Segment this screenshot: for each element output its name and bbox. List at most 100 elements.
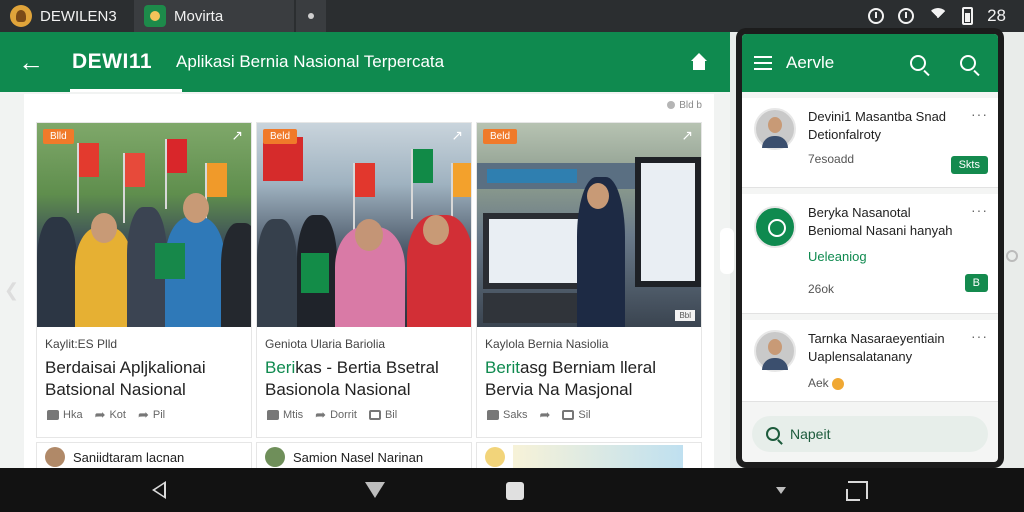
chevron-left-icon[interactable]: ❮ bbox=[4, 280, 19, 301]
more-options-icon[interactable]: ··· bbox=[971, 202, 988, 218]
card-actions: Saks ➦ Sil bbox=[487, 407, 591, 423]
notification-time: Aek bbox=[808, 376, 829, 390]
notification-text: Beryka Nasanotal Beniomal Nasani hanyah … bbox=[808, 204, 972, 298]
share-icon[interactable]: ↗ bbox=[681, 127, 693, 144]
side-ring-icon[interactable] bbox=[1006, 250, 1018, 262]
news-card[interactable]: Beld ↗ Geniota Ularia Bariolia Berikas -… bbox=[256, 122, 472, 438]
notification-line: Beryka Nasanotal bbox=[808, 205, 911, 220]
headline-line: Berdaisai Apljkalionai bbox=[45, 358, 206, 377]
back-arrow-icon[interactable]: ← bbox=[18, 47, 52, 78]
headline-line: Bervia Na Masjonal bbox=[485, 380, 633, 399]
thumbs-up-emoji-icon bbox=[832, 377, 845, 390]
app-tab[interactable]: DEWILEN3 bbox=[0, 0, 134, 32]
forward-icon: ➦ bbox=[137, 407, 149, 422]
card-headline: Beritasg Berniam lleral Bervia Na Masjon… bbox=[485, 357, 693, 401]
share-arrow-icon: ➦ bbox=[539, 407, 551, 422]
author-avatar bbox=[265, 447, 285, 467]
brand-title: DEWI11 bbox=[72, 50, 153, 73]
thumbs-up-icon bbox=[267, 410, 279, 420]
card-badge: Beld bbox=[483, 129, 518, 144]
sync-icon bbox=[898, 8, 915, 24]
panel-drag-handle[interactable] bbox=[720, 228, 734, 274]
like-button[interactable]: Hka bbox=[47, 409, 83, 421]
card-badge: Blld bbox=[43, 129, 74, 144]
more-options-icon[interactable]: ··· bbox=[971, 106, 988, 122]
list-item-thumbnail bbox=[513, 445, 683, 469]
nav-favorite-icon[interactable] bbox=[364, 482, 386, 500]
search-icon[interactable] bbox=[960, 55, 976, 71]
card-body: Kaylola Bernia Nasiolia Beritasg Berniam… bbox=[477, 327, 701, 401]
panel-title: Aervle bbox=[786, 53, 835, 72]
news-card[interactable]: Blld ↗ Kaylit:ES Plld Berdaisai Apljkali… bbox=[36, 122, 252, 438]
share-label: Kot bbox=[109, 409, 126, 421]
home-icon[interactable] bbox=[690, 53, 708, 71]
avatar bbox=[754, 108, 796, 150]
card-body: Kaylit:ES Plld Berdaisai Apljkalionai Ba… bbox=[37, 327, 251, 401]
card-kicker: Geniota Ularia Bariolia bbox=[265, 337, 386, 351]
like-button[interactable]: Saks bbox=[487, 409, 527, 421]
app-logo-icon bbox=[10, 5, 32, 27]
status-icons: 28 bbox=[868, 6, 1024, 26]
comment-label: Bil bbox=[384, 409, 398, 421]
share-button[interactable]: ➦ bbox=[539, 407, 550, 423]
wifi-icon bbox=[928, 8, 949, 24]
panel-toolbar-actions bbox=[910, 55, 976, 71]
comment-button[interactable]: Sil bbox=[562, 409, 591, 421]
share-button[interactable]: ➦ Dorrit bbox=[315, 407, 357, 423]
card-actions: Mtis ➦ Dorrit Bil bbox=[267, 407, 397, 423]
like-label: Mtis bbox=[283, 409, 304, 421]
notification-item[interactable]: Tarnka Nasaraeyentiain Uaplensalatanany … bbox=[742, 320, 998, 402]
panel-search-bar[interactable]: Napeit bbox=[752, 416, 988, 452]
notification-line: Tarnka Nasaraeyentiain bbox=[808, 331, 945, 346]
headline-line: Basionola Nasional bbox=[265, 380, 411, 399]
news-card[interactable]: Beld ↗ Bbl Kaylola Bernia Nasiolia Berit… bbox=[476, 122, 702, 438]
notification-line: Devini1 Masantba Snad bbox=[808, 109, 947, 124]
nav-collapse-icon[interactable] bbox=[776, 487, 786, 494]
card-grid-wrapper: Blld ↗ Kaylit:ES Plld Berdaisai Apljkali… bbox=[24, 94, 714, 472]
notification-line: Beniomal Nasani hanyah bbox=[808, 223, 953, 238]
nav-back-icon[interactable] bbox=[152, 481, 166, 499]
menu-icon[interactable] bbox=[754, 56, 772, 70]
card-kicker: Kaylola Bernia Nasiolia bbox=[485, 337, 609, 351]
card-body: Geniota Ularia Bariolia Berikas - Bertia… bbox=[257, 327, 471, 401]
like-button[interactable]: Mtis bbox=[267, 409, 303, 421]
share-arrow-icon: ➦ bbox=[94, 407, 106, 422]
battery-icon bbox=[962, 7, 974, 25]
notification-action-button[interactable]: Skts bbox=[950, 156, 988, 174]
brand-tab-indicator bbox=[70, 89, 182, 92]
search-label: Napeit bbox=[790, 426, 831, 442]
clock: 28 bbox=[987, 6, 1006, 25]
comment-icon bbox=[562, 410, 575, 420]
notification-time: 7esoadd bbox=[808, 152, 855, 166]
share-icon[interactable]: ↗ bbox=[231, 127, 243, 144]
notification-line: Detionfalroty bbox=[808, 127, 881, 142]
share-arrow-icon: ➦ bbox=[315, 407, 327, 422]
second-app-tab[interactable]: Movirta bbox=[134, 0, 294, 32]
news-photo: Beld ↗ Bbl bbox=[477, 123, 701, 327]
notification-action-button[interactable]: B bbox=[964, 274, 988, 292]
search-icon[interactable] bbox=[910, 55, 926, 71]
app-toolbar: ← DEWI11 Aplikasi Bernia Nasional Terper… bbox=[0, 32, 730, 92]
notification-time-row: Aek bbox=[808, 374, 972, 392]
share-button[interactable]: ➦ Kot bbox=[95, 407, 126, 423]
notification-time: 26ok bbox=[808, 282, 835, 296]
comment-label: Pil bbox=[152, 409, 166, 421]
avatar bbox=[754, 330, 796, 372]
more-options-icon[interactable]: ··· bbox=[971, 328, 988, 344]
screen: DEWILEN3 Movirta 28 ← DEWI11 Aplikasi Be… bbox=[0, 0, 1024, 512]
navigation-bar bbox=[0, 468, 1024, 512]
share-icon[interactable]: ↗ bbox=[451, 127, 463, 144]
notification-item[interactable]: Devini1 Masantba Snad Detionfalroty 7eso… bbox=[742, 98, 998, 188]
search-icon bbox=[766, 427, 780, 441]
notification-panel: Aervle Devini1 Masantba Snad Detionfalro… bbox=[736, 28, 1004, 468]
nav-recents-icon[interactable] bbox=[846, 481, 868, 501]
notification-item[interactable]: Beryka Nasanotal Beniomal Nasani hanyah … bbox=[742, 194, 998, 314]
headline-line: Batsional Nasional bbox=[45, 380, 186, 399]
app-tagline: Aplikasi Bernia Nasional Terpercata bbox=[176, 52, 445, 71]
headline-line: Berikas - Bertia Bsetral bbox=[265, 357, 463, 379]
comment-button[interactable]: ➦ Pil bbox=[138, 407, 165, 423]
comment-icon bbox=[368, 410, 381, 420]
comment-button[interactable]: Bil bbox=[368, 409, 398, 421]
overflow-tab[interactable] bbox=[296, 0, 326, 32]
nav-home-icon[interactable] bbox=[506, 482, 524, 500]
